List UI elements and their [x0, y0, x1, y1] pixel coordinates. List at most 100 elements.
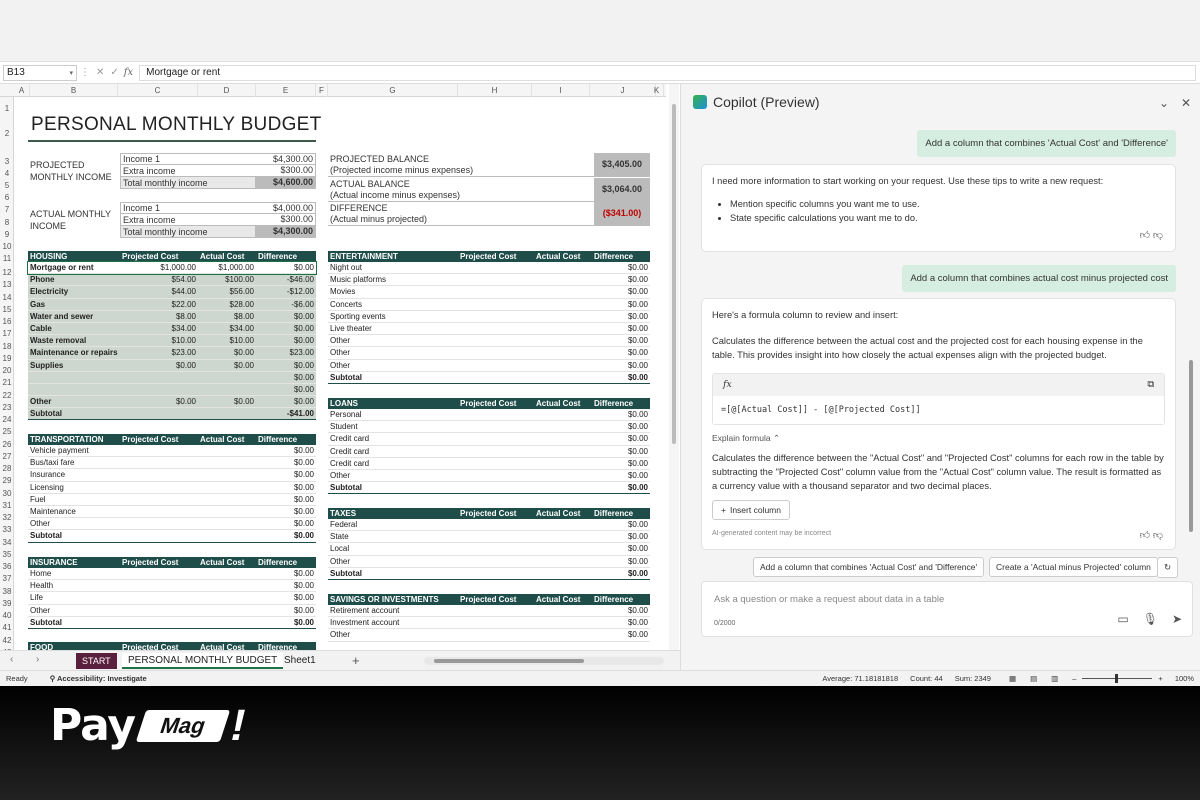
- table-row[interactable]: Student $0.00: [328, 421, 650, 434]
- actual-cost-cell[interactable]: $10.00: [198, 336, 256, 345]
- table-row[interactable]: Other $0.00: [328, 556, 650, 568]
- row-header[interactable]: 35: [0, 550, 14, 559]
- difference-cell[interactable]: $0.00: [592, 447, 650, 456]
- send-icon[interactable]: ➤: [1172, 612, 1182, 626]
- column-header[interactable]: K: [650, 84, 664, 97]
- row-header[interactable]: 34: [0, 538, 14, 547]
- table-row[interactable]: Other $0.00: [328, 347, 650, 360]
- column-header[interactable]: H: [458, 84, 532, 97]
- table-row[interactable]: Credit card $0.00: [328, 433, 650, 446]
- close-icon[interactable]: ✕: [1181, 96, 1191, 110]
- row-header[interactable]: 33: [0, 525, 14, 534]
- chevron-left-icon[interactable]: ‹: [10, 654, 13, 665]
- row-header[interactable]: 16: [0, 317, 14, 326]
- difference-cell[interactable]: $0.00: [592, 471, 650, 480]
- row-header[interactable]: 15: [0, 305, 14, 314]
- table-row[interactable]: Home $0.00: [28, 568, 316, 581]
- actual-cost-cell[interactable]: $0.00: [198, 348, 256, 357]
- difference-cell[interactable]: -$6.00: [256, 300, 316, 309]
- row-header[interactable]: 1: [0, 104, 14, 113]
- difference-cell[interactable]: $0.00: [256, 519, 316, 528]
- table-row[interactable]: Other $0.00: [28, 605, 316, 617]
- balance-value[interactable]: $3,405.00: [594, 153, 650, 176]
- actual-cost-cell[interactable]: $0.00: [198, 361, 256, 370]
- zoom-slider-thumb[interactable]: [1115, 674, 1119, 683]
- difference-cell[interactable]: $0.00: [592, 520, 650, 529]
- row-header[interactable]: 17: [0, 329, 14, 338]
- attach-icon[interactable]: ▭: [1117, 612, 1128, 626]
- table-row[interactable]: Live theater $0.00: [328, 323, 650, 336]
- cancel-icon[interactable]: ✕: [96, 67, 104, 78]
- difference-cell[interactable]: $0.00: [592, 557, 650, 566]
- income-value[interactable]: $300.00: [255, 214, 315, 225]
- actual-cost-cell[interactable]: $100.00: [198, 275, 256, 284]
- table-row[interactable]: Music platforms $0.00: [328, 274, 650, 287]
- zoom-out-icon[interactable]: –: [1072, 674, 1076, 683]
- difference-cell[interactable]: $0.00: [592, 275, 650, 284]
- sheet-horizontal-scrollbar[interactable]: [424, 657, 664, 665]
- zoom-slider[interactable]: [1082, 674, 1153, 683]
- table-row[interactable]: Gas $22.00 $28.00 -$6.00: [28, 298, 316, 311]
- table-row[interactable]: Fuel $0.00: [28, 494, 316, 506]
- difference-cell[interactable]: $0.00: [592, 324, 650, 333]
- difference-cell[interactable]: $0.00: [256, 458, 316, 467]
- difference-cell[interactable]: $0.00: [256, 397, 316, 406]
- row-header[interactable]: 8: [0, 218, 14, 227]
- table-row[interactable]: Credit card $0.00: [328, 458, 650, 470]
- table-row[interactable]: Electricity $44.00 $56.00 -$12.00: [28, 286, 316, 299]
- column-header[interactable]: I: [532, 84, 590, 97]
- difference-cell[interactable]: -$12.00: [256, 287, 316, 296]
- difference-cell[interactable]: $23.00: [256, 348, 316, 357]
- row-header[interactable]: 41: [0, 623, 14, 632]
- thumbs-up-icon[interactable]: 👍︎: [1140, 230, 1150, 241]
- table-row[interactable]: Other $0.00: [28, 518, 316, 531]
- difference-cell[interactable]: $0.00: [592, 410, 650, 419]
- projected-cost-cell[interactable]: $10.00: [120, 336, 198, 345]
- normal-view-icon[interactable]: ▦: [1009, 674, 1016, 683]
- projected-cost-cell[interactable]: $44.00: [120, 287, 198, 296]
- difference-cell[interactable]: $0.00: [592, 287, 650, 296]
- difference-cell[interactable]: $0.00: [592, 300, 650, 309]
- table-row[interactable]: Water and sewer $8.00 $8.00 $0.00: [28, 310, 316, 323]
- row-header[interactable]: 18: [0, 342, 14, 351]
- row-header[interactable]: 5: [0, 181, 14, 190]
- row-header[interactable]: 25: [0, 427, 14, 436]
- chevron-right-icon[interactable]: ›: [36, 654, 39, 665]
- difference-cell[interactable]: $0.00: [592, 532, 650, 541]
- actual-cost-cell[interactable]: $34.00: [198, 324, 256, 333]
- table-row[interactable]: Other $0.00: [328, 629, 650, 642]
- table-row[interactable]: Other $0.00: [328, 360, 650, 372]
- actual-cost-cell[interactable]: $56.00: [198, 287, 256, 296]
- actual-cost-cell[interactable]: $8.00: [198, 312, 256, 321]
- thumbs-down-icon[interactable]: 👎︎: [1153, 230, 1163, 241]
- table-row[interactable]: Insurance $0.00: [28, 469, 316, 482]
- difference-cell[interactable]: $0.00: [256, 385, 316, 394]
- difference-cell[interactable]: $0.00: [592, 630, 650, 639]
- column-header[interactable]: J: [590, 84, 656, 97]
- difference-cell[interactable]: -$46.00: [256, 275, 316, 284]
- row-header[interactable]: 36: [0, 562, 14, 571]
- difference-cell[interactable]: $0.00: [256, 593, 316, 602]
- table-row[interactable]: Credit card $0.00: [328, 446, 650, 458]
- projected-cost-cell[interactable]: $54.00: [120, 275, 198, 284]
- table-row[interactable]: $0.00: [28, 383, 316, 397]
- table-row[interactable]: Phone $54.00 $100.00 -$46.00: [28, 274, 316, 287]
- table-row[interactable]: Licensing $0.00: [28, 482, 316, 494]
- row-header[interactable]: 11: [0, 254, 14, 263]
- table-row[interactable]: Federal $0.00: [328, 519, 650, 532]
- row-header[interactable]: 10: [0, 242, 14, 251]
- h-scroll-thumb[interactable]: [434, 659, 584, 663]
- copilot-scrollbar[interactable]: [1189, 360, 1193, 532]
- difference-cell[interactable]: $0.00: [256, 507, 316, 516]
- add-sheet-icon[interactable]: +: [352, 653, 360, 668]
- table-row[interactable]: Other $0.00: [328, 470, 650, 483]
- row-header[interactable]: 30: [0, 489, 14, 498]
- difference-cell[interactable]: $0.00: [592, 263, 650, 272]
- column-header[interactable]: F: [316, 84, 328, 97]
- table-row[interactable]: Maintenance $0.00: [28, 506, 316, 519]
- income-value[interactable]: $4,600.00: [255, 177, 315, 188]
- suggestion-chip-2[interactable]: Create a 'Actual minus Projected' column: [989, 557, 1158, 577]
- tab-start[interactable]: START: [76, 653, 117, 669]
- page-break-icon[interactable]: ▥: [1051, 674, 1058, 683]
- difference-cell[interactable]: $0.00: [256, 606, 316, 615]
